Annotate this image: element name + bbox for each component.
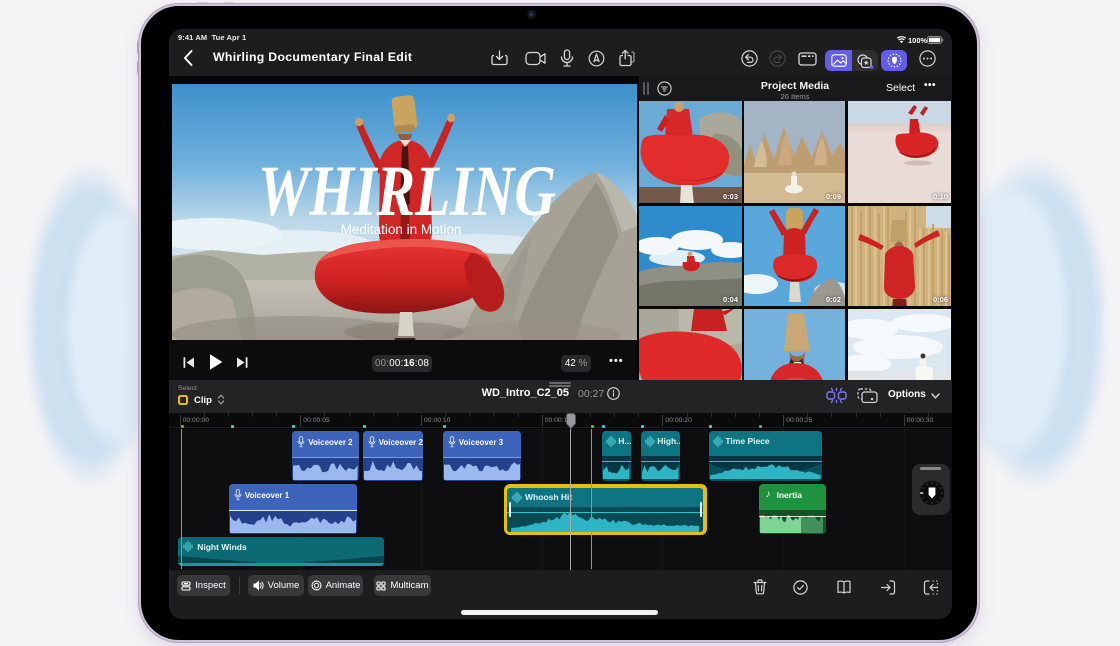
svg-text:WHIRLING: WHIRLING [258,153,556,221]
svg-text:100%: 100% [908,36,928,45]
